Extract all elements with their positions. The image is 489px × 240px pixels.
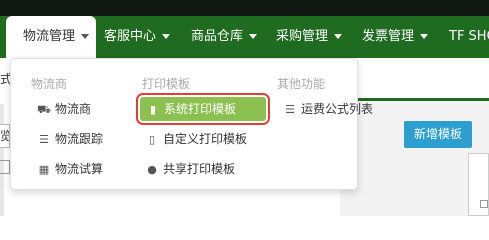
menu-item-trial-calc[interactable]: ▦ 物流试算 [37, 157, 103, 181]
menu-item-carrier[interactable]: ⛟ 物流商 [37, 97, 91, 121]
page-checkbox-fragment[interactable] [0, 160, 10, 174]
menu-item-shipping-formula-list[interactable]: ☰ 运费公式列表 [283, 97, 373, 121]
tab-warehouse[interactable]: 商品仓库 [183, 20, 269, 54]
menu-item-label: 共享打印模板 [163, 162, 236, 176]
chevron-down-icon [81, 34, 90, 39]
bookmark-icon: ▮ [149, 103, 157, 116]
page-checkbox-fragment[interactable] [480, 200, 488, 208]
users-icon: ● [147, 163, 157, 176]
tab-customer-service[interactable]: 客服中心 [96, 20, 180, 54]
menu-item-label: 物流试算 [55, 162, 104, 176]
menu-item-system-print-template[interactable]: ▮ 系统打印模板 [136, 93, 270, 125]
tab-purchasing-label: 采购管理 [276, 29, 329, 44]
column-title-carrier: 物流商 [31, 77, 68, 91]
chevron-down-icon [334, 34, 343, 39]
menu-item-shared-print-template[interactable]: ● 共享打印模板 [145, 157, 235, 181]
tab-invoice-label: 发票管理 [362, 29, 415, 44]
menu-item-custom-print-template[interactable]: ▯ 自定义打印模板 [145, 127, 247, 151]
menu-item-label: 系统打印模板 [164, 102, 237, 116]
bookmark-outline-icon: ▯ [148, 133, 156, 146]
top-bar [0, 0, 489, 16]
page-input-fragment[interactable]: 览 [0, 124, 10, 148]
tab-customer-service-label: 客服中心 [104, 29, 157, 44]
menu-item-tracking[interactable]: ☰ 物流跟踪 [37, 127, 103, 151]
column-title-other: 其他功能 [277, 77, 326, 91]
tab-tf-shop-label: TF SHOP [449, 29, 489, 44]
list-icon: ☰ [285, 103, 295, 116]
menu-item-label: 物流商 [55, 102, 92, 116]
chevron-down-icon [162, 34, 171, 39]
menu-item-label: 自定义打印模板 [163, 132, 248, 146]
tab-tf-shop[interactable]: TF SHOP [441, 20, 489, 54]
tab-invoice[interactable]: 发票管理 [354, 20, 438, 54]
tab-warehouse-label: 商品仓库 [191, 29, 244, 44]
list-icon: ☰ [39, 133, 49, 146]
chevron-down-icon [249, 34, 258, 39]
menu-item-label: 运费公式列表 [301, 102, 374, 116]
new-template-button[interactable]: 新增模板 [404, 121, 472, 148]
tab-purchasing[interactable]: 采购管理 [268, 20, 353, 54]
tab-logistics-label: 物流管理 [23, 29, 76, 44]
tab-logistics[interactable]: 物流管理 [6, 16, 96, 58]
column-title-print-templates: 打印模板 [142, 77, 191, 91]
menu-item-label: 物流跟踪 [55, 132, 104, 146]
table-icon: ▦ [38, 163, 50, 176]
chevron-down-icon [420, 34, 429, 39]
truck-icon: ⛟ [37, 103, 51, 116]
logistics-dropdown-menu: 物流商 打印模板 其他功能 ⛟ 物流商 ☰ 物流跟踪 ▦ 物流试算 ▮ 系统打印模板 ▯… [10, 58, 373, 190]
